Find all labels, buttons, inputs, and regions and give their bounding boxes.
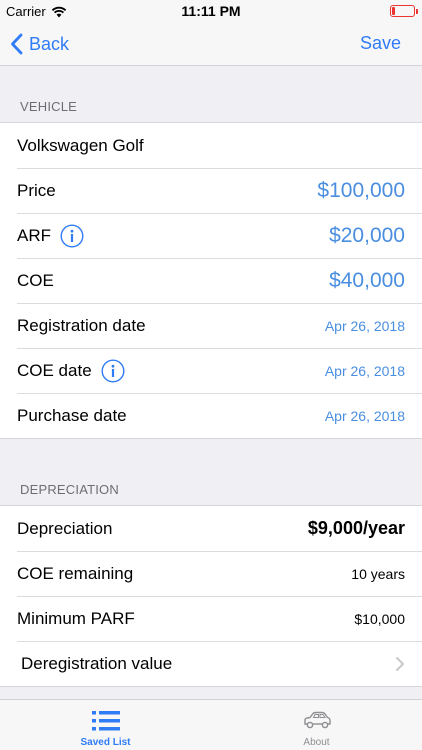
coe-date-row[interactable]: COE date Apr 26, 2018 — [0, 348, 422, 393]
depreciation-value: $9,000/year — [307, 518, 405, 538]
arf-label: ARF — [17, 225, 51, 245]
coe-remaining-row: COE remaining 10 years — [0, 551, 422, 596]
navigation-bar: Back Save — [0, 22, 422, 66]
price-row[interactable]: Price $100,000 — [0, 168, 422, 213]
tab-saved-list-label: Saved List — [80, 737, 131, 748]
tab-about-label: About — [303, 737, 330, 748]
minimum-parf-label: Minimum PARF — [17, 608, 135, 628]
depreciation-group: Depreciation $9,000/year COE remaining 1… — [0, 505, 422, 687]
coe-date-label-group: COE date — [17, 358, 125, 383]
back-button[interactable]: Back — [10, 30, 69, 58]
registration-date-label: Registration date — [17, 315, 146, 335]
depreciation-label: Depreciation — [17, 518, 113, 538]
coe-label: COE — [17, 270, 54, 290]
info-icon[interactable] — [60, 223, 84, 248]
tab-bar: Saved List About — [0, 699, 422, 750]
coe-row[interactable]: COE $40,000 — [0, 258, 422, 303]
tab-about[interactable]: About — [211, 700, 422, 750]
section-header-vehicle: VEHICLE — [20, 99, 78, 114]
purchase-date-row[interactable]: Purchase date Apr 26, 2018 — [0, 393, 422, 438]
tab-saved-list[interactable]: Saved List — [0, 700, 211, 750]
info-icon[interactable] — [101, 358, 125, 383]
chevron-left-icon — [11, 33, 23, 55]
arf-value: $20,000 — [329, 223, 405, 247]
purchase-date-value: Apr 26, 2018 — [324, 407, 405, 424]
coe-remaining-label: COE remaining — [17, 563, 134, 583]
list-icon — [91, 711, 120, 731]
vehicle-name: Volkswagen Golf — [17, 135, 144, 155]
price-label: Price — [17, 180, 56, 200]
car-icon — [303, 711, 331, 729]
minimum-parf-row: Minimum PARF $10,000 — [0, 596, 422, 641]
coe-date-label: COE date — [17, 360, 92, 380]
chevron-right-icon — [396, 656, 404, 671]
save-button[interactable]: Save — [360, 33, 401, 54]
arf-row[interactable]: ARF $20,000 — [0, 213, 422, 258]
minimum-parf-value: $10,000 — [354, 610, 405, 627]
status-bar: Carrier 11:11 PM — [0, 0, 422, 22]
vehicle-group: Volkswagen Golf Price $100,000 ARF $20,0… — [0, 122, 422, 439]
price-value: $100,000 — [317, 178, 405, 202]
deregistration-value-row[interactable]: Deregistration value — [0, 641, 422, 686]
arf-label-group: ARF — [17, 223, 84, 248]
purchase-date-label: Purchase date — [17, 405, 127, 425]
form-content: VEHICLE Volkswagen Golf Price $100,000 A… — [0, 67, 422, 699]
vehicle-name-row[interactable]: Volkswagen Golf — [0, 123, 422, 168]
coe-date-value: Apr 26, 2018 — [324, 362, 405, 379]
status-time: 11:11 PM — [181, 3, 241, 19]
deregistration-value-label: Deregistration value — [21, 653, 173, 673]
registration-date-row[interactable]: Registration date Apr 26, 2018 — [0, 303, 422, 348]
coe-value: $40,000 — [329, 268, 405, 292]
section-header-depreciation: DEPRECIATION — [20, 482, 119, 497]
back-label: Back — [29, 33, 70, 54]
coe-remaining-value: 10 years — [351, 565, 405, 582]
registration-date-value: Apr 26, 2018 — [324, 317, 405, 334]
battery-icon — [390, 5, 418, 17]
depreciation-row: Depreciation $9,000/year — [0, 506, 422, 551]
